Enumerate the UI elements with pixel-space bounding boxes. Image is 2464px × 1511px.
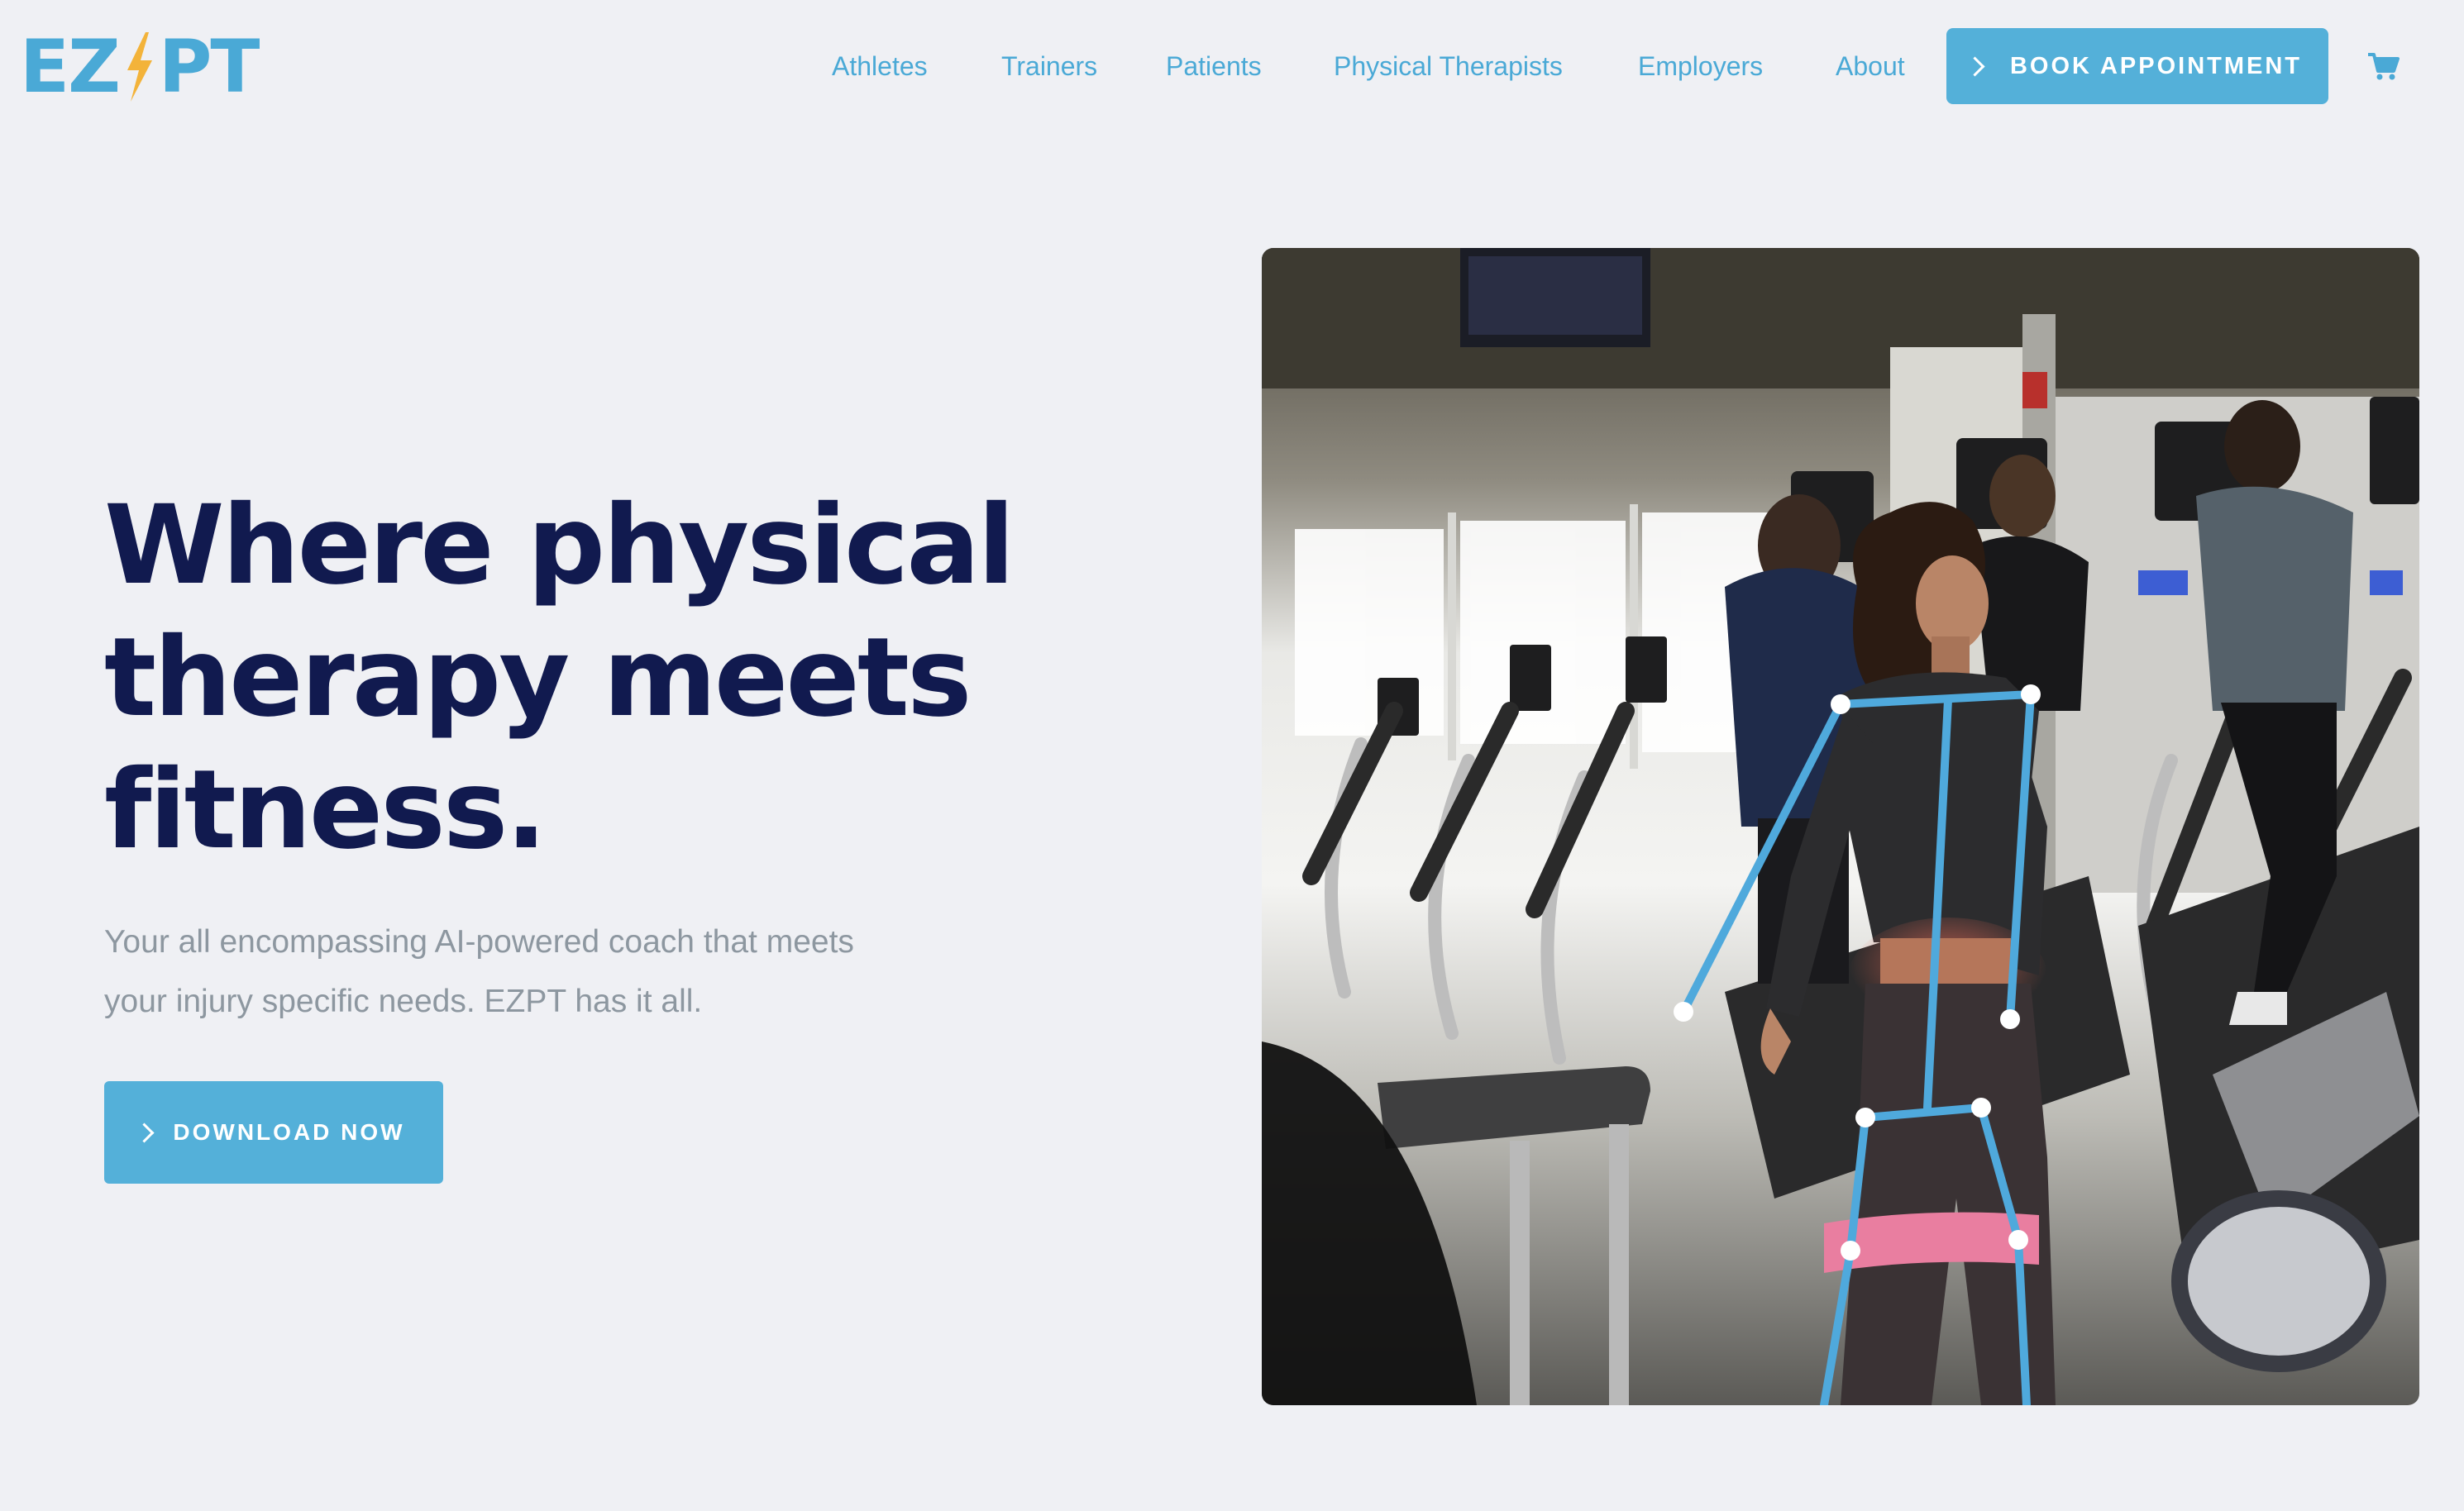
hero-subtext-line: your injury specific needs. EZPT has it … (104, 984, 703, 1019)
nav-link-patients[interactable]: Patients (1166, 28, 1262, 104)
hero-headline: Where physical therapy meets fitness. (104, 479, 1096, 876)
gym-photo-illustration (1262, 248, 2419, 1405)
nav-link-employers[interactable]: Employers (1638, 28, 1763, 104)
hero-subtext-line: Your all encompassing AI-powered coach t… (104, 924, 854, 960)
nav-link-physical-therapists[interactable]: Physical Therapists (1334, 28, 1563, 104)
book-appointment-label: BOOK APPOINTMENT (2009, 52, 2303, 79)
nav-link-athletes[interactable]: Athletes (832, 28, 928, 104)
chevron-right-icon (1965, 55, 1985, 77)
nav-link-trainers[interactable]: Trainers (1001, 28, 1097, 104)
hero-headline-line: fitness. (104, 746, 547, 874)
download-now-label: DOWNLOAD NOW (173, 1119, 405, 1145)
hero-image (1262, 248, 2419, 1405)
chevron-right-icon (134, 1122, 155, 1143)
nav-link-about[interactable]: About (1836, 28, 1905, 104)
download-now-button[interactable]: DOWNLOAD NOW (104, 1081, 443, 1184)
shopping-cart-icon[interactable] (2366, 51, 2400, 81)
hero-subtext: Your all encompassing AI-powered coach t… (104, 913, 1014, 1032)
hero-headline-line: therapy meets (104, 614, 972, 741)
hero-headline-line: Where physical (104, 482, 1015, 609)
book-appointment-button[interactable]: BOOK APPOINTMENT (1946, 28, 2328, 104)
